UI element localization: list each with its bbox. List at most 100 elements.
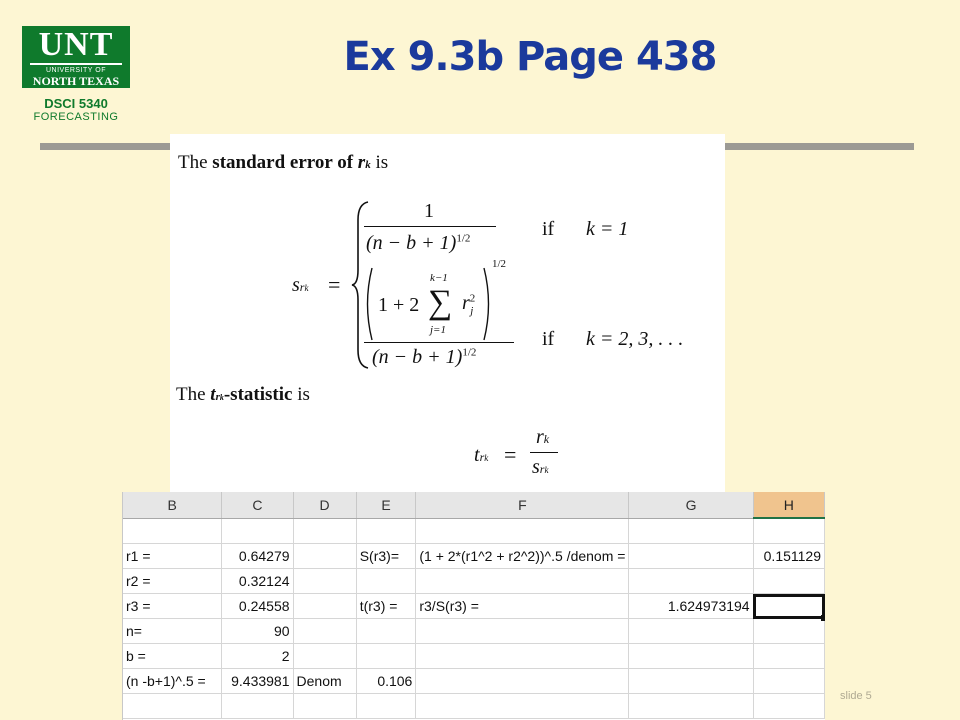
cell-g[interactable] [628, 518, 754, 544]
cell-f[interactable] [415, 568, 630, 594]
table-row: n= 90 [123, 618, 825, 644]
r-letter: r [462, 292, 470, 314]
course-code: DSCI 5340 [44, 96, 108, 111]
cell-e[interactable]: t(r3) = [356, 593, 417, 619]
t-intro-bold: -statistic [223, 384, 293, 405]
slide-title: Ex 9.3b Page 438 [343, 34, 718, 80]
cell-c[interactable]: 0.24558 [221, 593, 294, 619]
t-num-r: r [536, 426, 544, 448]
cell-g[interactable] [628, 543, 754, 569]
cell-h[interactable] [753, 568, 825, 594]
cell-f[interactable] [415, 668, 630, 694]
cell-f[interactable] [415, 693, 630, 719]
cell-d[interactable] [293, 643, 357, 669]
cell-h[interactable] [753, 668, 825, 694]
cell-h[interactable] [753, 693, 825, 719]
cell-d[interactable]: Denom [293, 668, 357, 694]
cell-f[interactable]: r3/S(r3) = [415, 593, 630, 619]
column-header-f[interactable]: F [415, 492, 630, 519]
cell-h[interactable]: 0.151129 [753, 543, 825, 569]
logo-rule [30, 63, 122, 65]
cell-g[interactable] [628, 568, 754, 594]
cell-c[interactable] [221, 693, 294, 719]
column-header-g[interactable]: G [628, 492, 754, 519]
column-header-d[interactable]: D [293, 492, 357, 519]
cell-b[interactable]: b = [123, 643, 223, 669]
case1-if: if [542, 218, 555, 240]
fill-handle[interactable] [821, 615, 825, 621]
cell-g[interactable] [628, 618, 754, 644]
column-header-b[interactable]: B [123, 492, 223, 519]
sum-expr: 1 + 2 [378, 294, 420, 316]
cell-e[interactable] [356, 693, 417, 719]
t-frac-den: srk [532, 456, 548, 479]
cell-d[interactable] [293, 693, 357, 719]
cell-c[interactable]: 0.32124 [221, 568, 294, 594]
s-letter: s [292, 274, 300, 296]
cell-f[interactable] [415, 618, 630, 644]
slide-number: slide 5 [840, 690, 872, 702]
column-header-c[interactable]: C [221, 492, 294, 519]
cell-c[interactable]: 2 [221, 643, 294, 669]
cell-e[interactable] [356, 568, 417, 594]
column-header-h[interactable]: H [753, 492, 825, 519]
t-den-s: s [532, 456, 540, 478]
sum-upper-limit: k−1 [430, 272, 448, 284]
cell-g[interactable]: 1.624973194 [628, 593, 754, 619]
table-row: b = 2 [123, 643, 825, 669]
cell-g[interactable] [628, 643, 754, 669]
cell-c[interactable]: 9.433981 [221, 668, 294, 694]
cell-b[interactable] [123, 518, 223, 544]
table-row: r1 = 0.64279 S(r3)= (1 + 2*(r1^2 + r2^2))^.… [123, 543, 825, 569]
cell-h[interactable] [753, 518, 825, 544]
cell-e[interactable] [356, 518, 417, 544]
case1-denominator: (n − b + 1)1/2 [366, 232, 470, 255]
se-intro-bold: standard error of [212, 152, 358, 173]
column-header-e[interactable]: E [356, 492, 417, 519]
table-row: r3 = 0.24558 t(r3) = r3/S(r3) = 1.624973194 [123, 593, 825, 621]
cell-f[interactable] [415, 518, 630, 544]
cell-h[interactable] [753, 643, 825, 669]
r-j-squared: r2j [462, 292, 476, 317]
cell-g[interactable] [628, 668, 754, 694]
cell-b[interactable]: (n -b+1)^.5 = [123, 668, 223, 694]
cell-c[interactable]: 90 [221, 618, 294, 644]
cell-h[interactable] [753, 593, 825, 621]
t-intro-suffix: is [292, 384, 310, 405]
r-sup: 2 [469, 292, 476, 305]
case1-condition: k = 1 [586, 218, 629, 240]
cell-e[interactable] [356, 643, 417, 669]
cell-d[interactable] [293, 618, 357, 644]
cell-h[interactable] [753, 618, 825, 644]
unt-logo: UNT UNIVERSITY OF NORTH TEXAS [22, 26, 130, 88]
course-name: FORECASTING [33, 111, 119, 123]
cell-d[interactable] [293, 593, 357, 619]
case1-denom-expr: (n − b + 1) [366, 232, 457, 254]
cell-b[interactable]: n= [123, 618, 223, 644]
case1-numerator: 1 [424, 200, 434, 222]
cell-d[interactable] [293, 568, 357, 594]
cell-d[interactable] [293, 543, 357, 569]
cell-e[interactable]: S(r3)= [356, 543, 417, 569]
cell-d[interactable] [293, 518, 357, 544]
equals-sign-1: = [328, 272, 341, 297]
case2-denominator: (n − b + 1)1/2 [372, 346, 476, 369]
cell-b[interactable] [123, 693, 223, 719]
cell-c[interactable]: 0.64279 [221, 543, 294, 569]
title-divider-left [40, 143, 170, 150]
cell-e[interactable] [356, 618, 417, 644]
t-subsub: k [484, 453, 489, 463]
cell-f[interactable] [415, 643, 630, 669]
cell-b[interactable]: r2 = [123, 568, 223, 594]
cell-f[interactable]: (1 + 2*(r1^2 + r2^2))^.5 /denom = [415, 543, 630, 569]
cell-b[interactable]: r3 = [123, 593, 223, 619]
cell-e[interactable]: 0.106 [356, 668, 417, 694]
cell-b[interactable]: r1 = [123, 543, 223, 569]
cell-g[interactable] [628, 693, 754, 719]
cell-c[interactable] [221, 518, 294, 544]
title-divider-right [722, 143, 914, 150]
table-row: r2 = 0.32124 [123, 568, 825, 594]
case2-if: if [542, 328, 555, 350]
case1-fraction-bar [364, 226, 496, 227]
formula-panel: The standard error of rk is srk = 1 (n −… [170, 134, 725, 494]
